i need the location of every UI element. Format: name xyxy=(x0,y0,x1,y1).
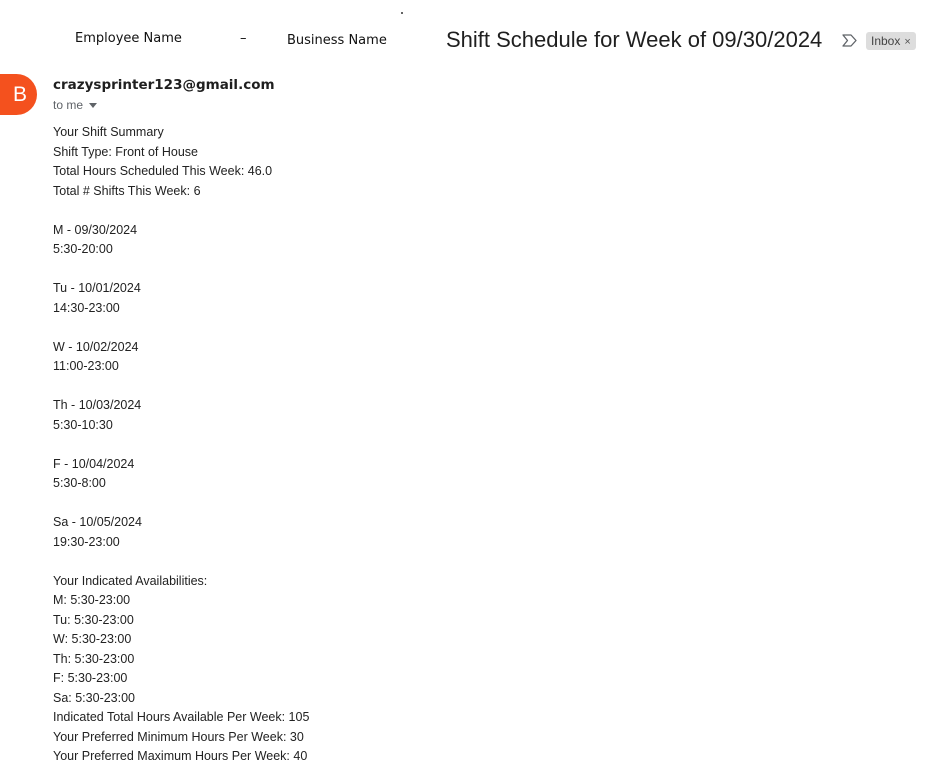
shift-day: Th - 10/03/2024 xyxy=(53,398,142,412)
shift-time: 5:30-10:30 xyxy=(53,417,113,432)
recipient-details-toggle[interactable]: to me xyxy=(53,98,98,112)
availability-item: Sa: 5:30-23:00 xyxy=(53,690,136,705)
header-separator: – xyxy=(240,31,247,46)
remove-label-icon[interactable]: × xyxy=(904,36,910,48)
summary-heading: Your Shift Summary xyxy=(53,125,164,139)
sender-email[interactable]: crazysprinter123@gmail.com xyxy=(53,77,275,93)
availability-item: Th: 5:30-23:00 xyxy=(53,651,135,666)
important-marker-icon[interactable] xyxy=(842,34,857,47)
shift-time: 5:30-8:00 xyxy=(53,476,106,490)
email-subject: Shift Schedule for Week of 09/30/2024 xyxy=(446,27,823,52)
availability-item: Tu: 5:30-23:00 xyxy=(53,612,134,627)
stray-dot xyxy=(401,12,403,14)
sender-avatar: B xyxy=(0,74,37,115)
inbox-label-chip: Inbox × xyxy=(866,32,916,50)
employee-name-placeholder: Employee Name xyxy=(75,31,182,46)
shift-time: 5:30-20:00 xyxy=(53,242,113,256)
shift-day: Sa - 10/05/2024 xyxy=(53,515,142,529)
shift-day: W - 10/02/2024 xyxy=(53,339,139,354)
preferred-min-hours: Your Preferred Minimum Hours Per Week: 3… xyxy=(53,729,304,744)
total-hours-available: Indicated Total Hours Available Per Week… xyxy=(53,710,310,724)
inbox-label-text: Inbox xyxy=(871,34,901,48)
shift-time: 11:00-23:00 xyxy=(53,359,119,373)
recipient-label: to me xyxy=(53,98,84,112)
total-shifts: Total # Shifts This Week: 6 xyxy=(53,183,201,198)
availability-item: F: 5:30-23:00 xyxy=(53,671,128,685)
availability-item: M: 5:30-23:00 xyxy=(53,593,131,607)
business-name-placeholder: Business Name xyxy=(287,33,387,48)
email-body: Your Shift Summary Shift Type: Front of … xyxy=(53,123,913,767)
shift-day: Tu - 10/01/2024 xyxy=(53,281,141,295)
shift-time: 19:30-23:00 xyxy=(53,534,120,549)
shift-day: M - 09/30/2024 xyxy=(53,222,138,237)
total-hours: Total Hours Scheduled This Week: 46.0 xyxy=(53,164,273,178)
preferred-max-hours: Your Preferred Maximum Hours Per Week: 4… xyxy=(53,749,308,763)
shift-time: 14:30-23:00 xyxy=(53,300,120,315)
availability-heading: Your Indicated Availabilities: xyxy=(53,573,208,588)
caret-down-icon[interactable] xyxy=(89,103,98,109)
shift-type: Shift Type: Front of House xyxy=(53,144,198,159)
availability-item: W: 5:30-23:00 xyxy=(53,632,132,646)
shift-day: F - 10/04/2024 xyxy=(53,456,135,471)
